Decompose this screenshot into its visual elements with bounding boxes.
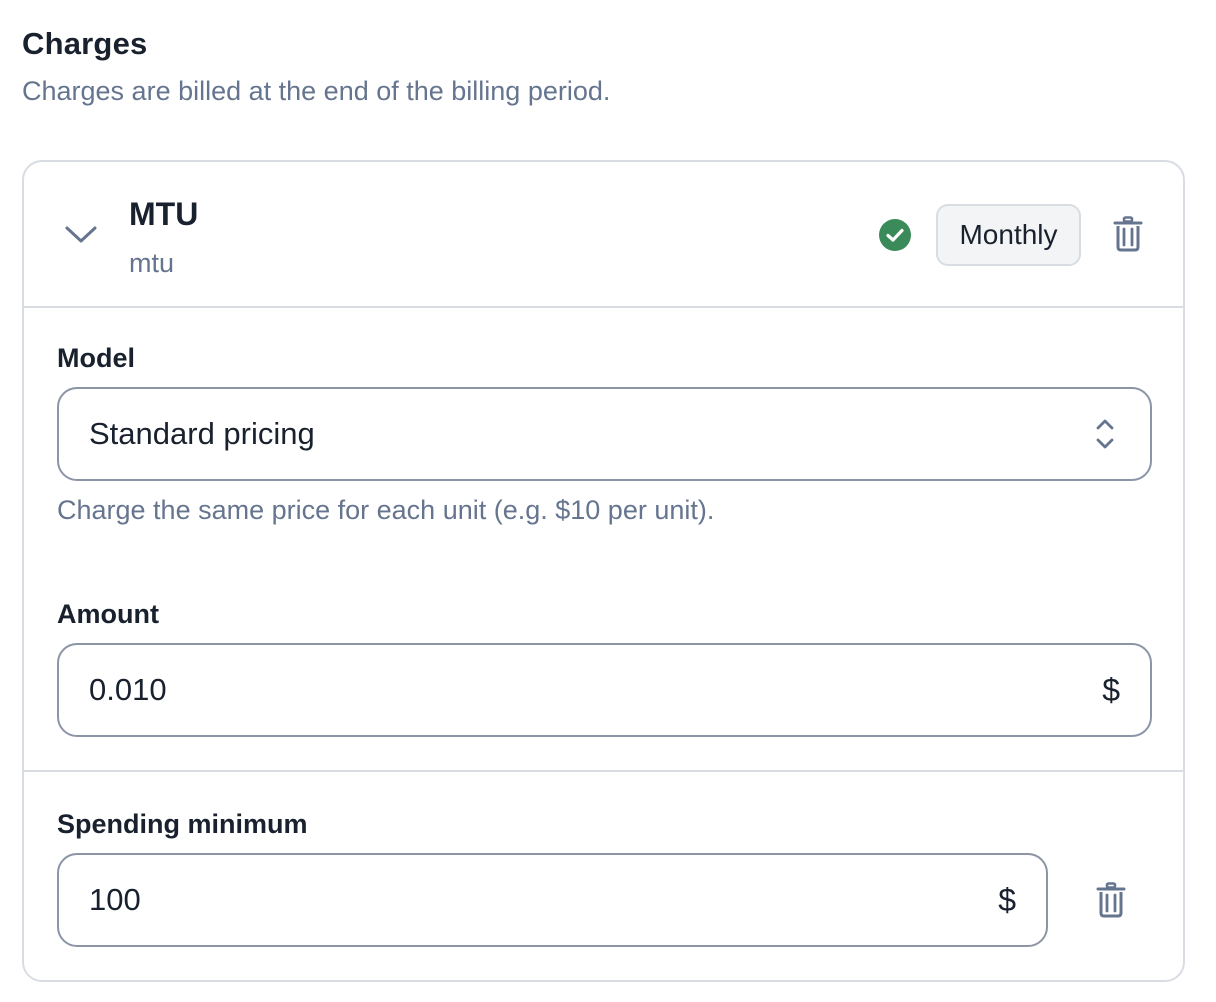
amount-input[interactable]: 0.010 $ xyxy=(57,643,1152,737)
currency-suffix: $ xyxy=(1102,671,1120,708)
chevron-up-down-icon xyxy=(1090,414,1120,454)
chevron-down-icon[interactable] xyxy=(64,218,98,252)
section-description: Charges are billed at the end of the bil… xyxy=(22,76,611,106)
amount-input-value: 0.010 xyxy=(89,672,167,707)
trash-icon xyxy=(1113,215,1143,257)
model-help-text: Charge the same price for each unit (e.g… xyxy=(57,495,715,525)
charge-card: MTU mtu Monthly Model Standard pricing C… xyxy=(22,160,1185,982)
model-select-value: Standard pricing xyxy=(89,416,315,451)
currency-suffix: $ xyxy=(998,881,1016,918)
charge-card-header[interactable]: MTU mtu Monthly xyxy=(24,162,1183,308)
spending-minimum-input-value: 100 xyxy=(89,882,141,917)
section-title: Charges xyxy=(22,26,148,61)
interval-chip[interactable]: Monthly xyxy=(936,204,1081,266)
charge-code: mtu xyxy=(129,248,175,278)
model-label: Model xyxy=(57,343,135,373)
check-circle-icon xyxy=(878,218,912,252)
model-select[interactable]: Standard pricing xyxy=(57,387,1152,481)
trash-icon xyxy=(1096,881,1126,923)
charges-section: Charges Charges are billed at the end of… xyxy=(0,0,1216,1002)
spending-minimum-label: Spending minimum xyxy=(57,809,308,839)
delete-charge-button[interactable] xyxy=(1108,214,1148,258)
charge-name: MTU xyxy=(129,196,199,232)
delete-spending-minimum-button[interactable] xyxy=(1091,880,1131,924)
amount-label: Amount xyxy=(57,599,159,629)
divider xyxy=(24,770,1183,772)
spending-minimum-input[interactable]: 100 $ xyxy=(57,853,1048,947)
